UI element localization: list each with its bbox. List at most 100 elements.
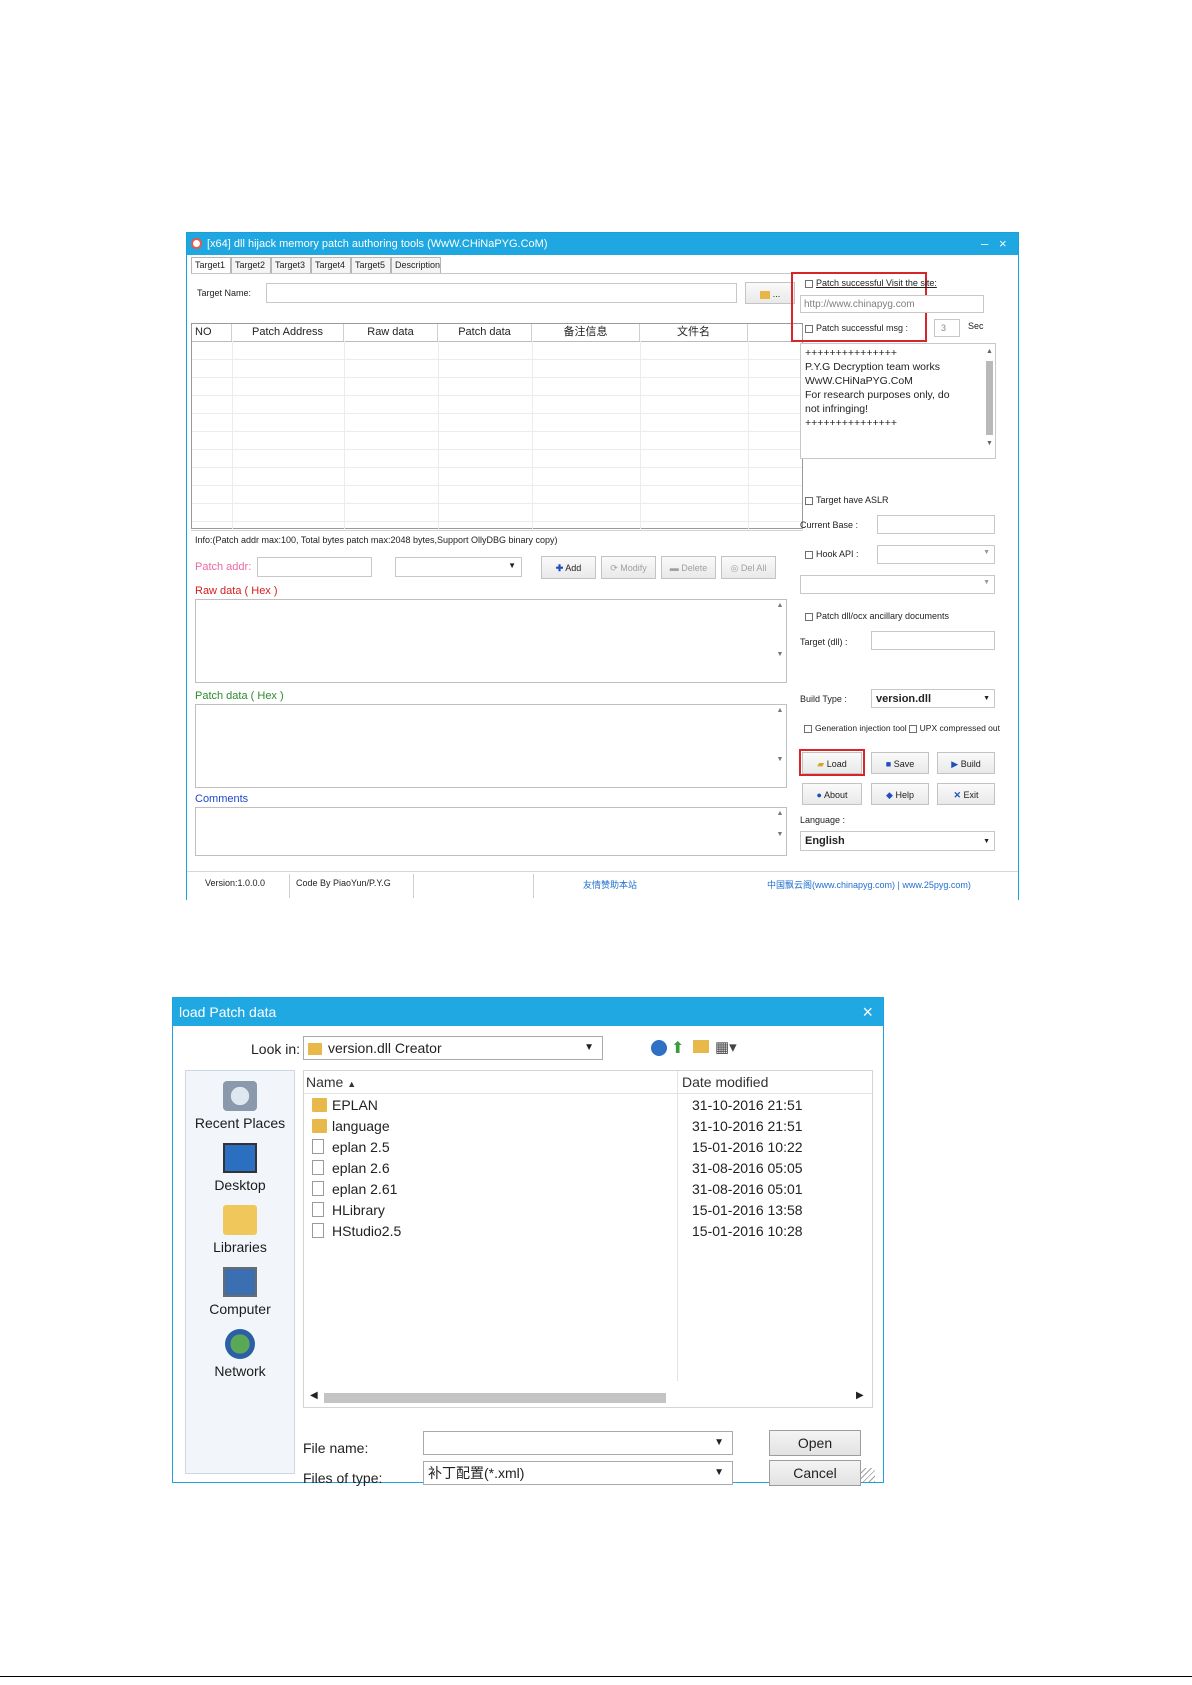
help-button[interactable]: ◆ Help xyxy=(871,783,929,805)
sponsor-link[interactable]: 友情赞助本站 xyxy=(583,878,637,891)
recent-places-icon xyxy=(223,1081,257,1111)
file-row[interactable]: language 31-10-2016 21:51 xyxy=(304,1116,874,1137)
checkbox[interactable] xyxy=(805,496,813,505)
patch-data-textarea[interactable]: ▲ ▼ xyxy=(195,704,787,788)
new-folder-icon[interactable] xyxy=(693,1040,709,1053)
view-menu-icon[interactable]: ▦▾ xyxy=(715,1038,737,1056)
scrollbar[interactable]: ▲ ▼ xyxy=(776,707,784,763)
scrollbar[interactable]: ▲ ▼ xyxy=(776,810,784,838)
tab-target1[interactable]: Target1 xyxy=(191,257,231,274)
files-of-type-select[interactable]: 补丁配置(*.xml) ▼ xyxy=(423,1461,733,1485)
scroll-down-icon[interactable]: ▼ xyxy=(985,437,994,451)
place-computer[interactable]: Computer xyxy=(186,1267,294,1317)
back-icon[interactable] xyxy=(651,1040,667,1056)
cancel-button[interactable]: Cancel xyxy=(769,1460,861,1486)
col-no[interactable]: NO xyxy=(192,324,232,341)
close-button[interactable]: × xyxy=(999,233,1007,255)
visit-site-checkbox[interactable]: Patch successful Visit the site: xyxy=(805,278,937,288)
scroll-right-icon[interactable]: ▶ xyxy=(856,1390,864,1401)
exit-button[interactable]: ✕ Exit xyxy=(937,783,995,805)
horizontal-scrollbar[interactable]: ◀ ▶ xyxy=(304,1387,872,1407)
tab-target3[interactable]: Target3 xyxy=(271,257,311,273)
scrollbar[interactable]: ▲ ▼ xyxy=(985,345,994,457)
save-button[interactable]: ■ Save xyxy=(871,752,929,774)
hook-api-select[interactable]: ▼ xyxy=(877,545,995,564)
place-desktop[interactable]: Desktop xyxy=(186,1143,294,1193)
aslr-checkbox[interactable]: Target have ASLR xyxy=(805,495,889,505)
language-select[interactable]: English ▼ xyxy=(800,831,995,851)
minimize-button[interactable]: – xyxy=(981,233,988,255)
look-in-select[interactable]: version.dll Creator ▼ xyxy=(303,1036,603,1060)
resize-grip-icon[interactable] xyxy=(861,1468,875,1482)
file-list[interactable]: Name ▲ Date modified EPLAN 31-10-2016 21… xyxy=(303,1070,874,1408)
scrollbar[interactable]: ▲ ▼ xyxy=(776,602,784,658)
scrollbar-thumb[interactable] xyxy=(986,361,993,435)
browse-button[interactable]: ... xyxy=(745,282,795,304)
about-button[interactable]: ● About xyxy=(802,783,862,805)
checkbox[interactable] xyxy=(805,279,813,288)
scrollbar-thumb[interactable] xyxy=(324,1393,666,1403)
load-button-label: Load xyxy=(826,759,847,769)
col-patch-data[interactable]: Patch data xyxy=(438,324,532,341)
place-libraries[interactable]: Libraries xyxy=(186,1205,294,1255)
current-base-input[interactable] xyxy=(877,515,995,534)
place-recent-places[interactable]: Recent Places xyxy=(186,1081,294,1131)
tab-target5[interactable]: Target5 xyxy=(351,257,391,273)
upx-checkbox[interactable] xyxy=(908,724,917,733)
raw-data-textarea[interactable]: ▲ ▼ xyxy=(195,599,787,683)
file-row[interactable]: eplan 2.6 31-08-2016 05:05 xyxy=(304,1158,874,1179)
sites-link[interactable]: 中国飘云阁(www.chinapyg.com) | www.25pyg.com) xyxy=(767,878,971,891)
open-button[interactable]: Open xyxy=(769,1430,861,1456)
build-button[interactable]: ▶ Build xyxy=(937,752,995,774)
close-button[interactable]: × xyxy=(862,998,873,1026)
col-remarks[interactable]: 备注信息 xyxy=(532,324,640,341)
delete-button[interactable]: ▬ Delete xyxy=(661,556,716,579)
scroll-up-icon[interactable]: ▲ xyxy=(985,345,994,359)
hook-api-checkbox[interactable]: Hook API : xyxy=(805,549,859,559)
ancillary-checkbox[interactable]: Patch dll/ocx ancillary documents xyxy=(805,611,949,621)
hook-api-function-select[interactable]: ▼ xyxy=(800,575,995,594)
col-filename[interactable]: 文件名 xyxy=(640,324,748,341)
col-raw-data[interactable]: Raw data xyxy=(344,324,438,341)
patch-addr-input[interactable] xyxy=(257,557,372,577)
target-dll-input[interactable] xyxy=(871,631,995,650)
url-input[interactable]: http://www.chinapyg.com xyxy=(800,295,984,313)
build-type-select[interactable]: version.dll ▼ xyxy=(871,689,995,708)
msg-checkbox[interactable]: Patch successful msg : xyxy=(805,323,908,333)
place-label: Recent Places xyxy=(194,1115,286,1131)
module-select[interactable]: ▼ xyxy=(395,557,522,577)
seconds-input[interactable]: 3 xyxy=(934,319,960,337)
file-row[interactable]: eplan 2.61 31-08-2016 05:01 xyxy=(304,1179,874,1200)
add-button[interactable]: ✚ Add xyxy=(541,556,596,579)
file-row[interactable]: HLibrary 15-01-2016 13:58 xyxy=(304,1200,874,1221)
language-label: Language : xyxy=(800,815,846,825)
message-textarea[interactable]: +++++++++++++++ P.Y.G Decryption team wo… xyxy=(800,343,996,459)
date-column-header[interactable]: Date modified xyxy=(682,1071,768,1093)
col-patch-address[interactable]: Patch Address xyxy=(232,324,344,341)
folder-icon xyxy=(312,1119,327,1133)
checkbox[interactable] xyxy=(805,550,813,559)
comments-textarea[interactable]: ▲ ▼ xyxy=(195,807,787,856)
file-row[interactable]: eplan 2.5 15-01-2016 10:22 xyxy=(304,1137,874,1158)
modify-button[interactable]: ⟳ Modify xyxy=(601,556,656,579)
patch-table[interactable]: NO Patch Address Raw data Patch data 备注信… xyxy=(191,323,803,529)
tab-description[interactable]: Description xyxy=(391,257,441,273)
file-row[interactable]: EPLAN 31-10-2016 21:51 xyxy=(304,1095,874,1116)
place-network[interactable]: Network xyxy=(186,1329,294,1379)
tab-target2[interactable]: Target2 xyxy=(231,257,271,273)
file-name-input[interactable]: ▼ xyxy=(423,1431,733,1455)
checkbox[interactable] xyxy=(805,612,813,621)
name-column-header[interactable]: Name ▲ xyxy=(306,1071,676,1093)
generation-injection-checkbox[interactable] xyxy=(804,724,812,733)
load-button[interactable]: ▰ Load xyxy=(802,752,862,774)
scroll-left-icon[interactable]: ◀ xyxy=(310,1390,318,1401)
current-base-label: Current Base : xyxy=(800,520,859,530)
window-title: [x64] dll hijack memory patch authoring … xyxy=(207,238,548,250)
patch-table-header: NO Patch Address Raw data Patch data 备注信… xyxy=(192,324,802,342)
tab-target4[interactable]: Target4 xyxy=(311,257,351,273)
file-row[interactable]: HStudio2.5 15-01-2016 10:28 xyxy=(304,1221,874,1242)
target-name-input[interactable] xyxy=(266,283,737,303)
del-all-button[interactable]: ◎ Del All xyxy=(721,556,776,579)
checkbox[interactable] xyxy=(805,324,813,333)
up-folder-icon[interactable]: ⬆ xyxy=(671,1038,684,1058)
